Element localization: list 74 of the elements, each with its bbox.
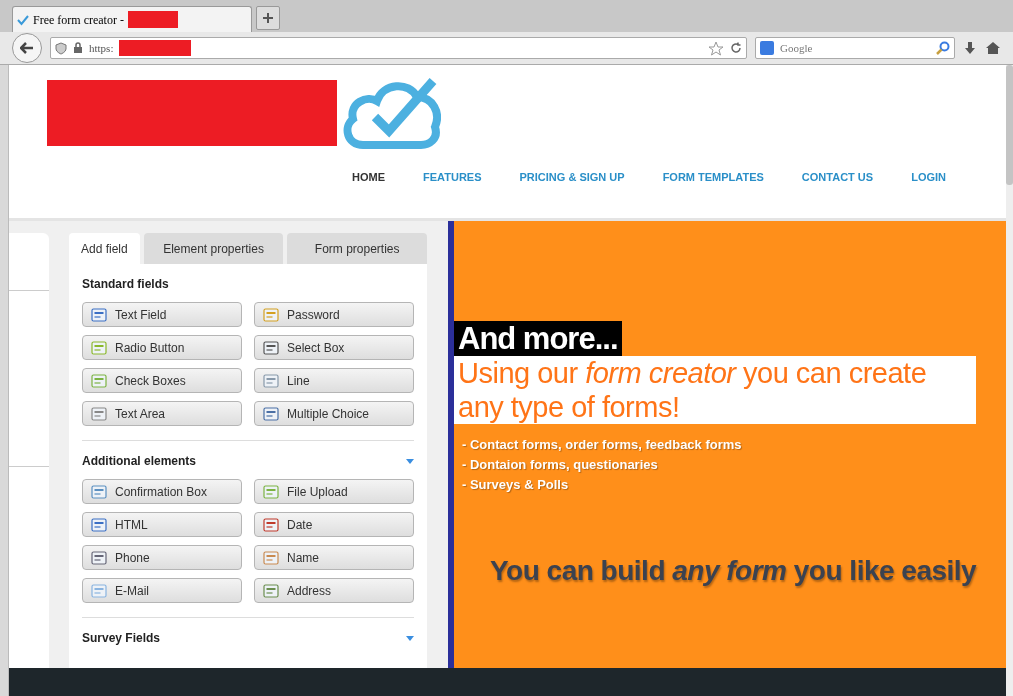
reload-icon — [730, 42, 742, 54]
promo-subheading: Using our form creator you can create any type of forms! — [454, 356, 976, 424]
plus-icon — [263, 13, 273, 23]
nav-link[interactable]: PRICING & SIGN UP — [519, 169, 625, 186]
new-tab-button[interactable] — [256, 6, 280, 30]
scrollbar[interactable] — [1006, 65, 1013, 696]
field-icon — [91, 550, 107, 565]
tagline: You can build any form you like easily — [490, 554, 978, 588]
field-icon — [263, 517, 279, 532]
star-icon — [708, 40, 724, 56]
section-title: Standard fields — [82, 276, 169, 293]
back-button[interactable] — [12, 33, 42, 63]
nav-link[interactable]: FORM TEMPLATES — [662, 169, 764, 186]
url-field[interactable]: https: — [50, 37, 747, 59]
field-button[interactable]: Text Area — [82, 401, 242, 426]
field-icon — [91, 517, 107, 532]
browser-tab[interactable]: Free form creator - — [12, 6, 252, 32]
field-button[interactable]: Address — [254, 578, 414, 603]
field-button[interactable]: File Upload — [254, 479, 414, 504]
field-icon — [263, 373, 279, 388]
field-button[interactable]: E-Mail — [82, 578, 242, 603]
panel-tab[interactable]: Element properties — [143, 233, 284, 264]
panel-tab[interactable]: Form properties — [287, 233, 427, 264]
feature-item: - Contact forms, order forms, feedback forms — [462, 436, 743, 454]
field-icon — [263, 550, 279, 565]
field-button[interactable]: HTML — [82, 512, 242, 537]
field-icon — [91, 307, 107, 322]
url-text: https: — [89, 40, 114, 56]
shield-icon — [55, 41, 67, 55]
search-icon — [936, 41, 950, 55]
home-icon[interactable] — [985, 41, 1001, 55]
field-button[interactable]: Multiple Choice — [254, 401, 414, 426]
caret-icon[interactable] — [406, 458, 414, 464]
section-title: Survey Fields — [82, 630, 161, 647]
caret-icon[interactable] — [406, 635, 414, 641]
search-placeholder: Google — [780, 40, 814, 56]
check-icon — [17, 13, 29, 26]
field-button[interactable]: Password — [254, 302, 414, 327]
search-field[interactable]: Google — [755, 37, 955, 59]
panel-tab[interactable]: Add field — [69, 233, 140, 264]
feature-item: - Surveys & Polls — [462, 476, 570, 494]
field-button[interactable]: Check Boxes — [82, 368, 242, 393]
field-icon — [263, 307, 279, 322]
field-button[interactable]: Line — [254, 368, 414, 393]
nav-link[interactable]: LOGIN — [911, 169, 946, 186]
field-icon — [91, 583, 107, 598]
section-title: Additional elements — [82, 453, 197, 470]
field-icon — [91, 373, 107, 388]
nav-link[interactable]: CONTACT US — [801, 169, 874, 186]
download-icon[interactable] — [963, 41, 977, 55]
field-button[interactable]: Name — [254, 545, 414, 570]
field-button[interactable]: Date — [254, 512, 414, 537]
lock-icon — [73, 42, 83, 54]
field-button[interactable]: Radio Button — [82, 335, 242, 360]
field-button[interactable]: Text Field — [82, 302, 242, 327]
nav-link[interactable]: HOME — [352, 169, 386, 186]
field-button[interactable]: Phone — [82, 545, 242, 570]
cloud-check-icon — [343, 77, 441, 149]
feature-item: - Dontaion forms, questionaries — [462, 456, 659, 474]
field-button[interactable]: Select Box — [254, 335, 414, 360]
back-arrow-icon — [20, 42, 34, 54]
field-icon — [91, 340, 107, 355]
field-icon — [263, 583, 279, 598]
field-button[interactable]: Confirmation Box — [82, 479, 242, 504]
field-icon — [91, 484, 107, 499]
nav-link[interactable]: FEATURES — [423, 169, 482, 186]
field-icon — [263, 340, 279, 355]
field-icon — [263, 484, 279, 499]
field-icon — [91, 406, 107, 421]
tab-title: Free form creator - — [33, 11, 124, 29]
google-icon — [760, 41, 774, 55]
field-icon — [263, 406, 279, 421]
promo-heading: And more... — [454, 321, 622, 356]
redaction-bar — [127, 11, 178, 28]
